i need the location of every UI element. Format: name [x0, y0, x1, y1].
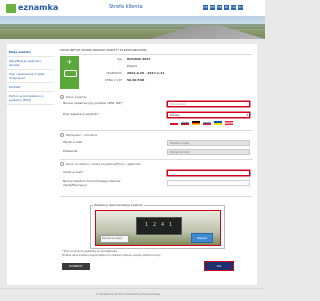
section-invoice-title-text: Dane do faktury osoby prywatnej/firmy i …: [66, 162, 141, 166]
product-validity-value: 2024-0-20 - 2017-1-21: [127, 71, 165, 75]
phone-input[interactable]: [167, 180, 250, 186]
back-button[interactable]: POWRÓT: [62, 263, 90, 270]
product-vehicle-row: Pojazd: [82, 63, 242, 69]
camera-field[interactable]: Kamera zdjęć: [100, 235, 129, 243]
footer: © Państwowy fundusz infrastruktury trans…: [0, 288, 265, 301]
country-label: Kraj rejestracji pojazdu*: [63, 112, 99, 116]
divider: [60, 159, 253, 160]
section-contact-title: Wpisywać - ochranie: [60, 133, 97, 137]
camera-window: 1 2 4 1: [136, 217, 182, 235]
flag-pl-icon[interactable]: [170, 121, 178, 125]
sidebar-item-faq[interactable]: Pomoc w korzystaniu z systemu (FAQ): [7, 92, 54, 105]
camera-caption: Zeskanuj dokumentację pojazdu: [93, 203, 144, 207]
page-title: KONSUMPCJE WIZERUNKOWE WINIETY ELEKTRONI…: [60, 48, 147, 52]
divider: [60, 54, 253, 55]
confirm-input[interactable]: Wpisz e-mail: [167, 149, 250, 155]
flag-de-icon[interactable]: [192, 121, 200, 125]
camera-digits: 1 2 4 1: [145, 222, 174, 228]
section-invoice-title: Dane do faktury osoby prywatnej/firmy i …: [60, 162, 141, 166]
divider: [60, 196, 253, 197]
lang-de[interactable]: DE: [217, 5, 222, 10]
product-summary: + Typ ROCZNA 2024 Pojazd WAŻNOŚĆ 2024-0-…: [60, 56, 253, 89]
flag-sk-icon[interactable]: [203, 121, 211, 125]
car-icon: [64, 70, 77, 77]
country-select-value: Polska: [170, 113, 180, 117]
sidebar-item-discounts[interactable]: Ulgi i zwolnienia z opłat drogowych: [7, 70, 54, 83]
invoice-email-input[interactable]: [167, 170, 250, 176]
camera-save-button[interactable]: Zapisz: [191, 233, 213, 243]
product-image: +: [60, 56, 79, 89]
radio-icon: [60, 162, 64, 166]
product-type-value: ROCZNA 2024: [127, 57, 151, 61]
email-input[interactable]: Wpisz e-mail: [167, 140, 250, 146]
product-type-label: Typ: [116, 57, 122, 61]
product-validity-label: WAŻNOŚĆ: [106, 71, 122, 75]
lang-ru[interactable]: RU: [238, 5, 243, 10]
product-type-row: Typ ROCZNA 2024: [82, 56, 242, 62]
plate-input[interactable]: Wprowadź: [167, 101, 250, 107]
lang-en[interactable]: EN: [210, 5, 215, 10]
product-validity-row: WAŻNOŚĆ 2024-0-20 - 2017-1-21: [82, 70, 242, 76]
confirm-label: Potwierdź: [63, 149, 78, 153]
country-select[interactable]: Polska ▾: [167, 112, 250, 118]
phone-label: Numer telefonu komórkowego (Numer identy…: [63, 179, 121, 187]
product-vehicle-value: Pojazd: [127, 64, 137, 68]
invoice-email-label: Adres e-mail*: [63, 170, 84, 174]
plate-label: Numer rejestracyjny pojazdu (SPZ, RZ)*: [63, 101, 123, 105]
footer-text: © Państwowy fundusz infrastruktury trans…: [96, 293, 160, 296]
required-note: * Pola oznaczone gwiazdką są obowiązkowe: [62, 250, 117, 253]
sidebar: Moja winieta Weryfikacja ważności winiet…: [7, 48, 54, 105]
language-switcher[interactable]: CZ EN DE PL UA RU: [203, 5, 243, 10]
hero-banner: [0, 16, 265, 39]
lang-ua[interactable]: UA: [231, 5, 236, 10]
divider: [60, 130, 253, 131]
product-price-value: 50,00 EUR: [127, 78, 145, 82]
sidebar-item-my-vignette[interactable]: Moja winieta: [7, 48, 54, 57]
product-price-row: CENA z VAT 50,00 EUR: [82, 77, 242, 83]
header-title: Strefa klienta: [109, 4, 143, 10]
check-icon: [6, 4, 16, 13]
lang-pl[interactable]: PL: [224, 5, 229, 10]
camera-panel: Zeskanuj dokumentację pojazdu 1 2 4 1 Ka…: [90, 203, 225, 249]
product-price-label: CENA z VAT: [104, 78, 122, 82]
section-vehicle-title-text: Dane pojazdu: [66, 95, 87, 99]
country-flags: [170, 121, 233, 125]
section-vehicle-title: Dane pojazdu: [60, 95, 87, 99]
logo[interactable]: eznamka: [6, 3, 58, 13]
section-contact-title-text: Wpisywać - ochranie: [66, 133, 98, 137]
email-label: Wpisz e-mail: [63, 140, 83, 144]
info-note: Podane dane zostaną wykorzystane do real…: [62, 254, 162, 257]
next-button[interactable]: DO PODSUMOWANIA: [204, 261, 234, 276]
sidebar-item-contact[interactable]: Kontakt: [7, 83, 54, 92]
radio-icon: [60, 95, 64, 99]
logo-text: eznamka: [18, 3, 59, 12]
camera-preview: 1 2 4 1 Kamera zdjęć Zapisz: [95, 210, 221, 246]
radio-icon: [60, 133, 64, 137]
plus-icon: +: [66, 58, 73, 66]
flag-cz-icon[interactable]: [181, 121, 189, 125]
flag-at-icon[interactable]: [225, 121, 233, 125]
chevron-down-icon: ▾: [246, 113, 248, 117]
sidebar-item-verify[interactable]: Weryfikacja ważności winiety: [7, 57, 54, 70]
lang-cz[interactable]: CZ: [203, 5, 208, 10]
top-bar: eznamka Strefa klienta CZ EN DE PL UA RU: [0, 0, 265, 16]
flag-ua-icon[interactable]: [214, 121, 222, 125]
